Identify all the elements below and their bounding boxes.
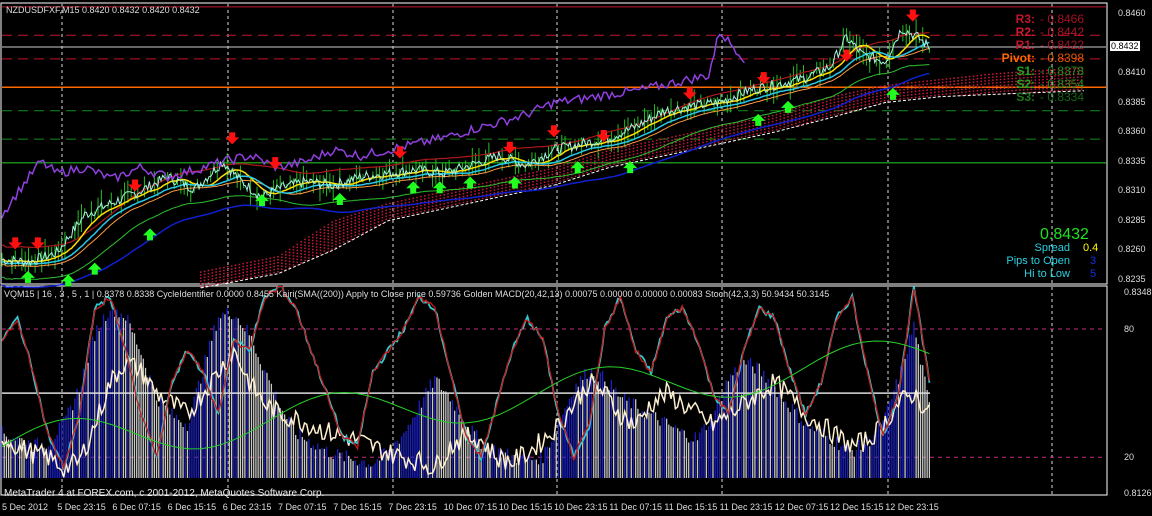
current-price-tag: 0.8432 [1110, 41, 1140, 51]
price-axis-label: 0.8235 [1118, 273, 1146, 284]
sell-arrow-icon [128, 179, 143, 192]
pivot-label: R1: [1015, 38, 1035, 52]
time-axis-label: 10 Dec 23:15 [554, 502, 608, 512]
pivot-label: R2: [1015, 25, 1035, 39]
buy-arrow-icon [406, 181, 421, 194]
time-axis-label: 6 Dec 23:15 [222, 502, 272, 512]
price-axis-label: 0.8385 [1118, 96, 1146, 107]
time-axis-label: 7 Dec 15:15 [333, 502, 382, 512]
envelope-upper-line [1, 32, 930, 249]
pips-to-open-value: 3 [1090, 255, 1097, 267]
time-axis-label: 11 Dec 15:15 [664, 502, 718, 512]
buy-arrow-icon [20, 270, 35, 283]
pivot-value: - 0.8422 [1040, 38, 1085, 52]
hi-to-low-value: 5 [1090, 268, 1097, 280]
close-price-line [1, 29, 930, 268]
indicator-header: VQM15 | 16 , 3 , 5 , 1 | 0.8378 0.8338 C… [4, 289, 830, 299]
price-axis-label: 0.8310 [1118, 185, 1146, 196]
sell-arrow-icon [547, 125, 561, 138]
pivot-label: Pivot: [1001, 51, 1035, 65]
sell-arrow-icon [502, 141, 517, 154]
price-axis-label: 0.8335 [1118, 155, 1146, 166]
time-axis-label: 10 Dec 07:15 [443, 502, 498, 512]
time-axis-label: 7 Dec 23:15 [388, 502, 437, 512]
sub-axis-20: 20 [1124, 452, 1135, 462]
price-axis-label: 0.8260 [1118, 244, 1146, 255]
sub-axis-top: 0.8348 [1124, 287, 1152, 297]
price-axis-label: 0.8360 [1118, 126, 1146, 137]
main-pane-frame [0, 2, 1108, 285]
pivot-label: S2: [1016, 77, 1035, 91]
time-axis-label: 12 Dec 23:15 [885, 502, 939, 512]
price-axis-label: 0.8460 [1118, 8, 1146, 18]
yellow-ma-line [1, 34, 930, 263]
pivot-value: - 0.8442 [1040, 25, 1085, 39]
sell-arrow-icon [8, 237, 23, 250]
hi-to-low-label: Hi to Low [1024, 268, 1070, 280]
sub-axis-bottom: 0.8126 [1124, 488, 1152, 498]
spread-label: Spread [1034, 242, 1070, 254]
price-axis-label: 0.8285 [1118, 214, 1146, 225]
time-axis-label: 5 Dec 2012 [2, 502, 49, 512]
pivot-label: R3: [1015, 12, 1035, 26]
time-axis-label: 5 Dec 23:15 [57, 502, 106, 512]
time-axis-label: 12 Dec 07:15 [774, 502, 829, 512]
copyright-text: MetaTrader 4 at FOREX.com, c 2001-2012, … [4, 488, 325, 499]
sell-arrow-icon [225, 132, 240, 145]
buy-arrow-icon [142, 228, 157, 241]
time-axis-label: 12 Dec 15:15 [830, 502, 884, 512]
pivot-label: S1: [1016, 64, 1035, 78]
buy-arrow-icon [751, 113, 766, 126]
sub-axis-80: 80 [1124, 324, 1135, 334]
buy-arrow-icon [463, 176, 478, 189]
time-axis-label: 6 Dec 15:15 [167, 502, 217, 512]
time-axis-label: 11 Dec 07:15 [609, 502, 663, 512]
main-chart-header: NZDUSDFXF,M15 0.8420 0.8432 0.8420 0.843… [6, 5, 200, 15]
pivot-value: - 0.8354 [1040, 77, 1085, 91]
price-axis-label: 0.8410 [1118, 67, 1146, 78]
time-axis-label: 11 Dec 23:15 [719, 502, 773, 512]
time-axis-label: 7 Dec 07:15 [278, 502, 327, 512]
pivot-value: - 0.8334 [1040, 90, 1085, 104]
pivot-value: - 0.8398 [1040, 51, 1085, 65]
pivot-label: S3: [1016, 90, 1035, 104]
pivot-value: - 0.8466 [1040, 12, 1085, 26]
buy-arrow-icon [332, 192, 347, 205]
time-axis-label: 10 Dec 15:15 [498, 502, 553, 512]
buy-arrow-icon [87, 262, 102, 275]
spread-value: 0.4 [1083, 242, 1099, 254]
time-axis-label: 6 Dec 07:15 [112, 502, 161, 512]
metatrader-chart-window: NZDUSDFXF,M15 0.8420 0.8432 0.8420 0.843… [0, 0, 1152, 516]
sell-arrow-icon [905, 9, 920, 22]
pivot-value: - 0.8378 [1040, 64, 1085, 78]
pips-to-open-label: Pips to Open [1006, 255, 1070, 267]
